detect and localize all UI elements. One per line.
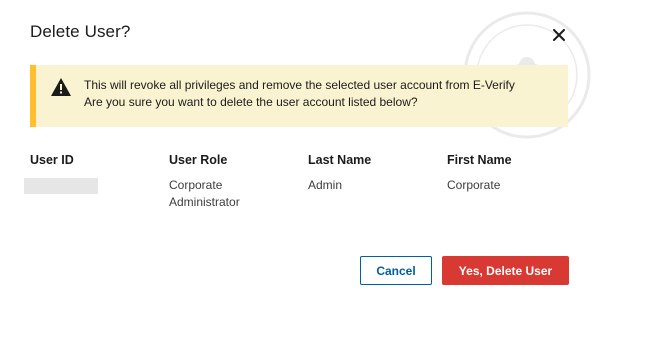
cell-user-role: Corporate Administrator [169, 177, 240, 211]
close-icon [553, 29, 565, 41]
header-first-name: First Name [447, 153, 512, 167]
close-button[interactable] [546, 24, 572, 46]
user-id-redacted [24, 178, 98, 194]
warning-alert: This will revoke all privileges and remo… [30, 65, 568, 127]
warning-icon [51, 78, 71, 96]
cell-last-name: Admin [308, 178, 343, 192]
alert-message-line2: Are you sure you want to delete the user… [84, 95, 418, 109]
user-role-line2: Administrator [169, 195, 240, 209]
header-last-name: Last Name [308, 153, 372, 167]
dialog-title: Delete User? [30, 22, 131, 41]
cancel-button[interactable]: Cancel [360, 256, 432, 285]
user-role-line1: Corporate [169, 178, 223, 192]
alert-message: This will revoke all privileges and remo… [84, 77, 515, 111]
confirm-delete-button[interactable]: Yes, Delete User [442, 256, 569, 285]
cell-first-name: Corporate [447, 178, 501, 192]
alert-message-line1: This will revoke all privileges and remo… [84, 78, 515, 92]
header-user-id: User ID [30, 153, 74, 167]
header-user-role: User Role [169, 153, 228, 167]
delete-user-dialog: Delete User? This will revoke all privil… [0, 0, 651, 343]
